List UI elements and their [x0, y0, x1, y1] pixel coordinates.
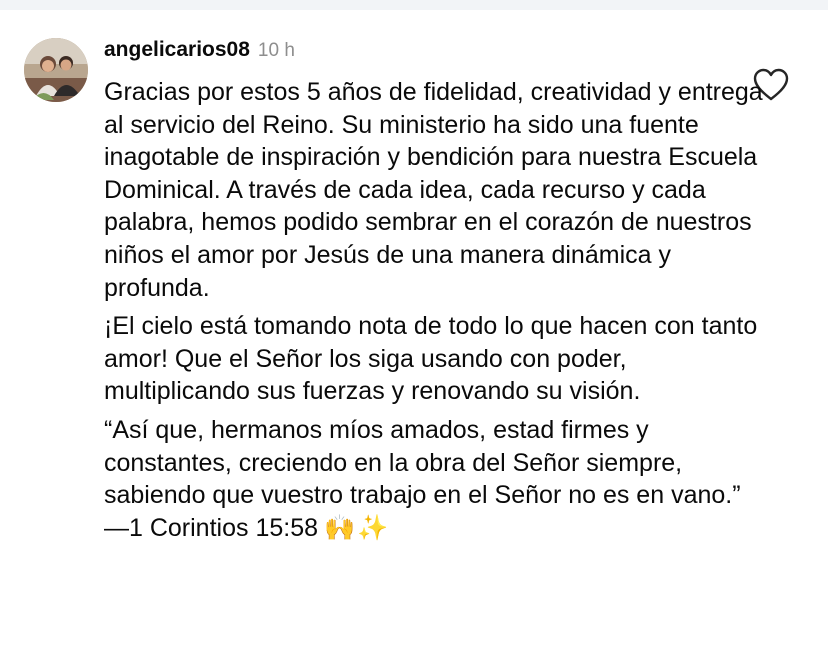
comment-paragraph-2: ¡El cielo está tomando nota de todo lo q… [104, 312, 758, 406]
bible-reference-line: —1 Corintios 15:58 🙌✨ [104, 512, 764, 545]
avatar[interactable] [24, 38, 88, 102]
sparkles-emoji-icon: ✨ [357, 512, 389, 542]
comment-paragraph-3: “Así que, hermanos míos amados, estad fi… [104, 415, 741, 510]
profile-photo [24, 38, 88, 102]
comment-paragraph-1: Gracias por estos 5 años de fidelidad, c… [104, 78, 763, 302]
bible-reference: —1 Corintios 15:58 [104, 513, 319, 542]
comment-body: Gracias por estos 5 años de fidelidad, c… [104, 76, 764, 544]
username[interactable]: angelicarios08 [104, 38, 250, 62]
raised-hands-emoji-icon: 🙌 [324, 512, 356, 542]
comment-header: angelicarios08 10 h [104, 38, 295, 66]
top-band [0, 0, 828, 10]
timestamp: 10 h [257, 40, 295, 61]
